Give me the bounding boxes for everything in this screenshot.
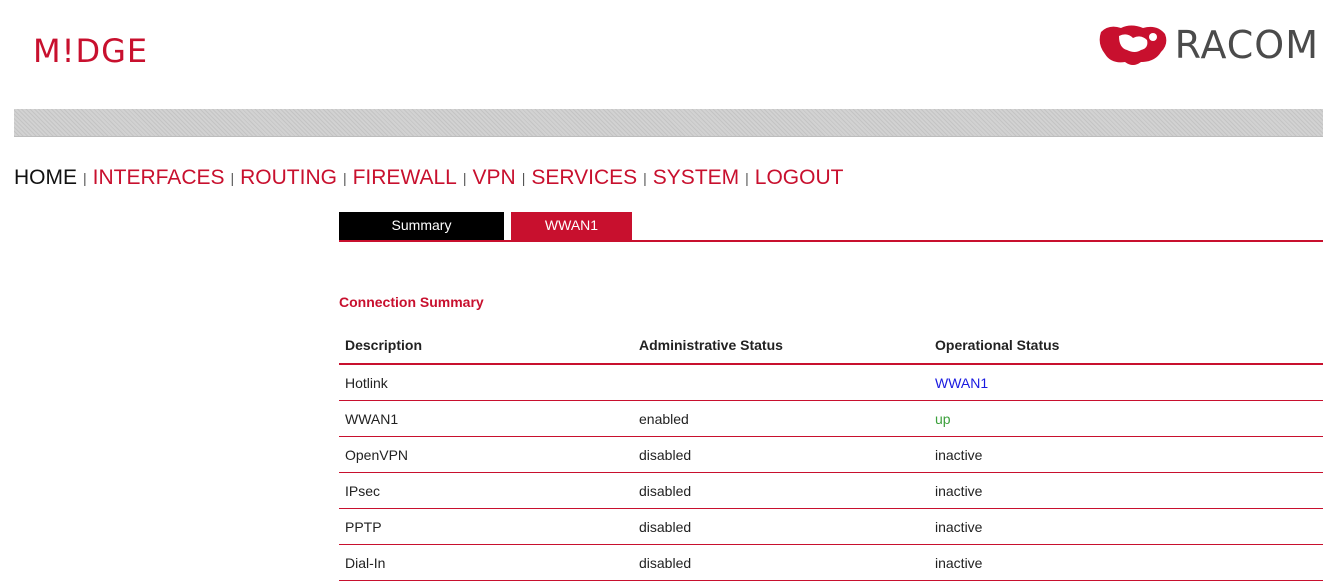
- row-operational-status: inactive: [929, 544, 1323, 581]
- nav-separator: |: [462, 170, 467, 186]
- nav-separator: |: [342, 170, 347, 186]
- tab-summary[interactable]: Summary: [339, 212, 504, 240]
- nav-vpn[interactable]: VPN: [473, 166, 516, 189]
- table-row: Dial-In disabled inactive: [339, 544, 1323, 581]
- nav-separator: |: [745, 170, 749, 186]
- row-operational-status: inactive: [929, 508, 1323, 545]
- row-admin-status: disabled: [633, 472, 929, 509]
- midge-logo: M!DGE: [33, 32, 149, 70]
- table-row: IPsec disabled inactive: [339, 472, 1323, 509]
- racom-logo-text: RACOM: [1174, 23, 1319, 67]
- racom-logo: RACOM: [1097, 22, 1319, 68]
- row-admin-status: enabled: [633, 400, 929, 437]
- row-description: IPsec: [339, 472, 633, 509]
- nav-system[interactable]: SYSTEM: [653, 166, 739, 189]
- main-navigation: HOME | INTERFACES | ROUTING | FIREWALL | VPN | SER…: [14, 166, 843, 190]
- row-description: PPTP: [339, 508, 633, 545]
- header-divider-bar: [14, 109, 1323, 137]
- table-row: Hotlink WWAN1: [339, 364, 1323, 401]
- row-description: OpenVPN: [339, 436, 633, 473]
- row-admin-status: disabled: [633, 544, 929, 581]
- nav-separator: |: [643, 170, 647, 186]
- row-description: Dial-In: [339, 544, 633, 581]
- row-description: WWAN1: [339, 400, 633, 437]
- row-admin-status: disabled: [633, 436, 929, 473]
- column-header-administrative-status: Administrative Status: [633, 327, 929, 365]
- racom-logo-icon: [1099, 25, 1166, 65]
- nav-separator: |: [521, 170, 526, 186]
- tab-wwan1[interactable]: WWAN1: [511, 212, 632, 240]
- nav-separator: |: [83, 170, 87, 186]
- column-header-description: Description: [339, 327, 633, 365]
- nav-services[interactable]: SERVICES: [531, 166, 637, 189]
- table-header-row: Description Administrative Status Operat…: [339, 327, 1323, 365]
- row-operational-status: up: [929, 400, 1323, 437]
- column-header-operational-status: Operational Status: [929, 327, 1323, 365]
- nav-interfaces[interactable]: INTERFACES: [93, 166, 225, 189]
- row-operational-status-link[interactable]: WWAN1: [929, 364, 1323, 401]
- row-admin-status: [633, 364, 929, 401]
- nav-logout[interactable]: LOGOUT: [755, 166, 844, 189]
- nav-separator: |: [230, 170, 235, 186]
- table-row: OpenVPN disabled inactive: [339, 436, 1323, 473]
- nav-home[interactable]: HOME: [14, 166, 77, 189]
- row-description: Hotlink: [339, 364, 633, 401]
- row-operational-status: inactive: [929, 436, 1323, 473]
- table-row: PPTP disabled inactive: [339, 508, 1323, 545]
- connection-summary-table: Description Administrative Status Operat…: [339, 327, 1323, 581]
- table-row: WWAN1 enabled up: [339, 400, 1323, 437]
- row-operational-status: inactive: [929, 472, 1323, 509]
- tab-bar: Summary WWAN1: [339, 212, 1323, 242]
- nav-firewall[interactable]: FIREWALL: [353, 166, 457, 189]
- section-title: Connection Summary: [339, 294, 484, 310]
- row-admin-status: disabled: [633, 508, 929, 545]
- nav-routing[interactable]: ROUTING: [240, 166, 337, 189]
